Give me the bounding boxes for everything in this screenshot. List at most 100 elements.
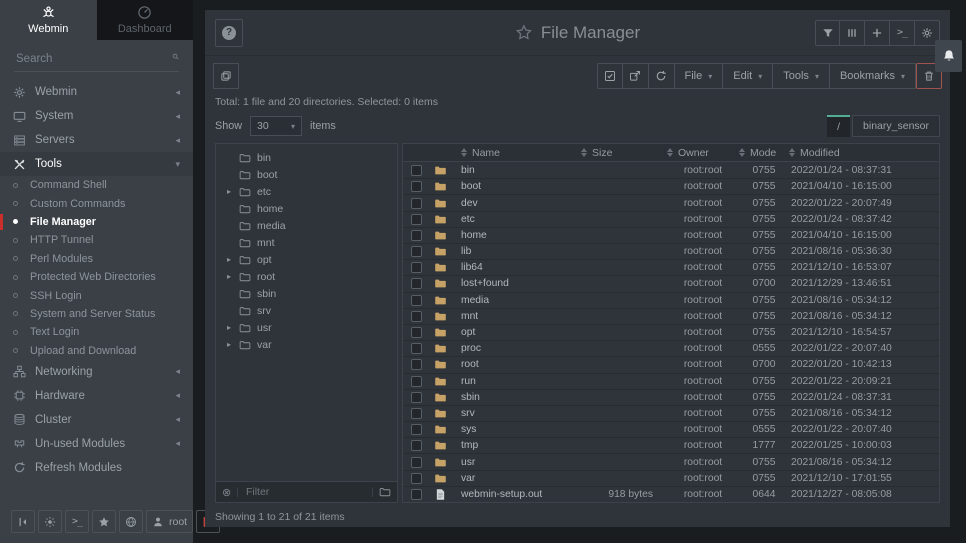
export-button[interactable]	[623, 63, 649, 89]
row-checkbox[interactable]	[411, 376, 422, 387]
sidebar-item-custom-commands[interactable]: Custom Commands	[0, 194, 193, 212]
row-checkbox[interactable]	[411, 230, 422, 241]
sidebar-item-perl-modules[interactable]: Perl Modules	[0, 250, 193, 268]
expand-caret-icon[interactable]: ▸	[225, 187, 233, 196]
table-row-lib64[interactable]: lib64root:root07552021/12/10 - 16:53:07	[403, 259, 939, 275]
row-checkbox[interactable]	[411, 359, 422, 370]
table-row-run[interactable]: runroot:root07552022/01/22 - 20:09:21	[403, 373, 939, 389]
row-checkbox[interactable]	[411, 278, 422, 289]
table-row-srv[interactable]: srvroot:root07552021/08/16 - 05:34:12	[403, 405, 939, 421]
add-button[interactable]	[865, 20, 890, 46]
columns-button[interactable]	[840, 20, 865, 46]
sidebar-item-system-and-server-status[interactable]: System and Server Status	[0, 305, 193, 323]
table-row-root[interactable]: rootroot:root07002022/01/20 - 10:42:13	[403, 356, 939, 372]
language-button[interactable]	[119, 510, 143, 533]
path-segment-root[interactable]: /	[827, 115, 850, 137]
table-row-proc[interactable]: procroot:root05552022/01/22 - 20:07:40	[403, 340, 939, 356]
sidebar-item-command-shell[interactable]: Command Shell	[0, 176, 193, 194]
column-header-mode[interactable]: Mode	[739, 147, 789, 159]
column-header-modified[interactable]: Modified	[789, 147, 939, 159]
expand-caret-icon[interactable]: ▸	[225, 272, 233, 281]
edit-menu-button[interactable]: Edit▾	[723, 63, 773, 89]
row-checkbox[interactable]	[411, 327, 422, 338]
table-row-opt[interactable]: optroot:root07552021/12/10 - 16:54:57	[403, 324, 939, 340]
tab-webmin[interactable]: Webmin	[0, 0, 97, 40]
tab-dashboard[interactable]: Dashboard	[97, 0, 194, 40]
search-icon[interactable]	[172, 53, 179, 65]
sidebar-item-http-tunnel[interactable]: HTTP Tunnel	[0, 231, 193, 249]
row-checkbox[interactable]	[411, 181, 422, 192]
row-checkbox[interactable]	[411, 392, 422, 403]
table-row-webmin-setup-out[interactable]: webmin-setup.out918 bytesroot:root064420…	[403, 486, 939, 502]
table-row-sbin[interactable]: sbinroot:root07552022/01/24 - 08:37:31	[403, 389, 939, 405]
help-button[interactable]: ?	[215, 19, 243, 47]
tree-item-bin[interactable]: bin	[216, 149, 397, 166]
table-row-etc[interactable]: etcroot:root07552022/01/24 - 08:37:42	[403, 211, 939, 227]
sidebar-item-webmin[interactable]: Webmin◂	[0, 80, 193, 104]
expand-caret-icon[interactable]: ▸	[225, 340, 233, 349]
expand-caret-icon[interactable]: ▸	[225, 323, 233, 332]
refresh-button[interactable]	[649, 63, 675, 89]
table-row-lost-found[interactable]: lost+foundroot:root07002021/12/29 - 13:4…	[403, 275, 939, 291]
table-row-tmp[interactable]: tmproot:root17772022/01/25 - 10:00:03	[403, 437, 939, 453]
path-segment-current[interactable]: binary_sensor	[852, 115, 940, 137]
select-all-button[interactable]	[597, 63, 623, 89]
terminal-button[interactable]: >_	[65, 510, 89, 533]
sidebar-item-upload-and-download[interactable]: Upload and Download	[0, 342, 193, 360]
row-checkbox[interactable]	[411, 214, 422, 225]
bookmarks-menu-button[interactable]: Bookmarks▾	[830, 63, 916, 89]
shell-button[interactable]: >_	[890, 20, 915, 46]
tree-item-home[interactable]: home	[216, 200, 397, 217]
sidebar-item-cluster[interactable]: Cluster◂	[0, 408, 193, 432]
sidebar-item-servers[interactable]: Servers◂	[0, 128, 193, 152]
sidebar-item-system[interactable]: System◂	[0, 104, 193, 128]
expand-caret-icon[interactable]: ▸	[225, 255, 233, 264]
column-header-size[interactable]: Size	[581, 147, 667, 159]
tree-item-root[interactable]: ▸root	[216, 268, 397, 285]
tree-item-opt[interactable]: ▸opt	[216, 251, 397, 268]
row-checkbox[interactable]	[411, 246, 422, 257]
sidebar-item-text-login[interactable]: Text Login	[0, 323, 193, 341]
search-input[interactable]	[14, 52, 172, 66]
row-checkbox[interactable]	[411, 262, 422, 273]
sidebar-item-un-used-modules[interactable]: Un-used Modules◂	[0, 432, 193, 456]
sidebar-item-networking[interactable]: Networking◂	[0, 360, 193, 384]
sidebar-item-file-manager[interactable]: File Manager	[0, 213, 193, 231]
favorites-button[interactable]	[92, 510, 116, 533]
table-row-var[interactable]: varroot:root07552021/12/10 - 17:01:55	[403, 470, 939, 486]
page-size-select[interactable]: 30 ▾	[250, 116, 302, 136]
tools-menu-button[interactable]: Tools▾	[773, 63, 830, 89]
filter-button[interactable]	[815, 20, 840, 46]
row-checkbox[interactable]	[411, 457, 422, 468]
row-checkbox[interactable]	[411, 408, 422, 419]
row-checkbox[interactable]	[411, 198, 422, 209]
table-row-home[interactable]: homeroot:root07552021/04/10 - 16:15:00	[403, 227, 939, 243]
column-header-name[interactable]: Name	[461, 147, 581, 159]
tree-item-etc[interactable]: ▸etc	[216, 183, 397, 200]
tree-item-mnt[interactable]: mnt	[216, 234, 397, 251]
row-checkbox[interactable]	[411, 473, 422, 484]
tree-item-var[interactable]: ▸var	[216, 336, 397, 353]
notifications-button[interactable]	[935, 40, 962, 72]
table-row-mnt[interactable]: mntroot:root07552021/08/16 - 05:34:12	[403, 308, 939, 324]
row-checkbox[interactable]	[411, 440, 422, 451]
sidebar-item-protected-web-directories[interactable]: Protected Web Directories	[0, 268, 193, 286]
tree-filter-input[interactable]	[244, 485, 366, 499]
row-checkbox[interactable]	[411, 489, 422, 500]
user-button[interactable]: root	[146, 510, 193, 533]
sidebar-item-hardware[interactable]: Hardware◂	[0, 384, 193, 408]
clear-filter-icon[interactable]: ⊗	[222, 486, 231, 499]
paste-buffer-button[interactable]	[213, 63, 239, 89]
folder-icon[interactable]	[379, 486, 391, 498]
favorite-star-icon[interactable]	[515, 24, 532, 41]
row-checkbox[interactable]	[411, 424, 422, 435]
tree-item-media[interactable]: media	[216, 217, 397, 234]
tree-item-usr[interactable]: ▸usr	[216, 319, 397, 336]
file-menu-button[interactable]: File▾	[675, 63, 724, 89]
table-row-sys[interactable]: sysroot:root05552022/01/22 - 20:07:40	[403, 421, 939, 437]
table-row-usr[interactable]: usrroot:root07552021/08/16 - 05:34:12	[403, 453, 939, 469]
row-checkbox[interactable]	[411, 165, 422, 176]
sidebar-item-refresh-modules[interactable]: Refresh Modules	[0, 456, 193, 480]
table-row-boot[interactable]: bootroot:root07552021/04/10 - 16:15:00	[403, 178, 939, 194]
table-row-lib[interactable]: libroot:root07552021/08/16 - 05:36:30	[403, 243, 939, 259]
